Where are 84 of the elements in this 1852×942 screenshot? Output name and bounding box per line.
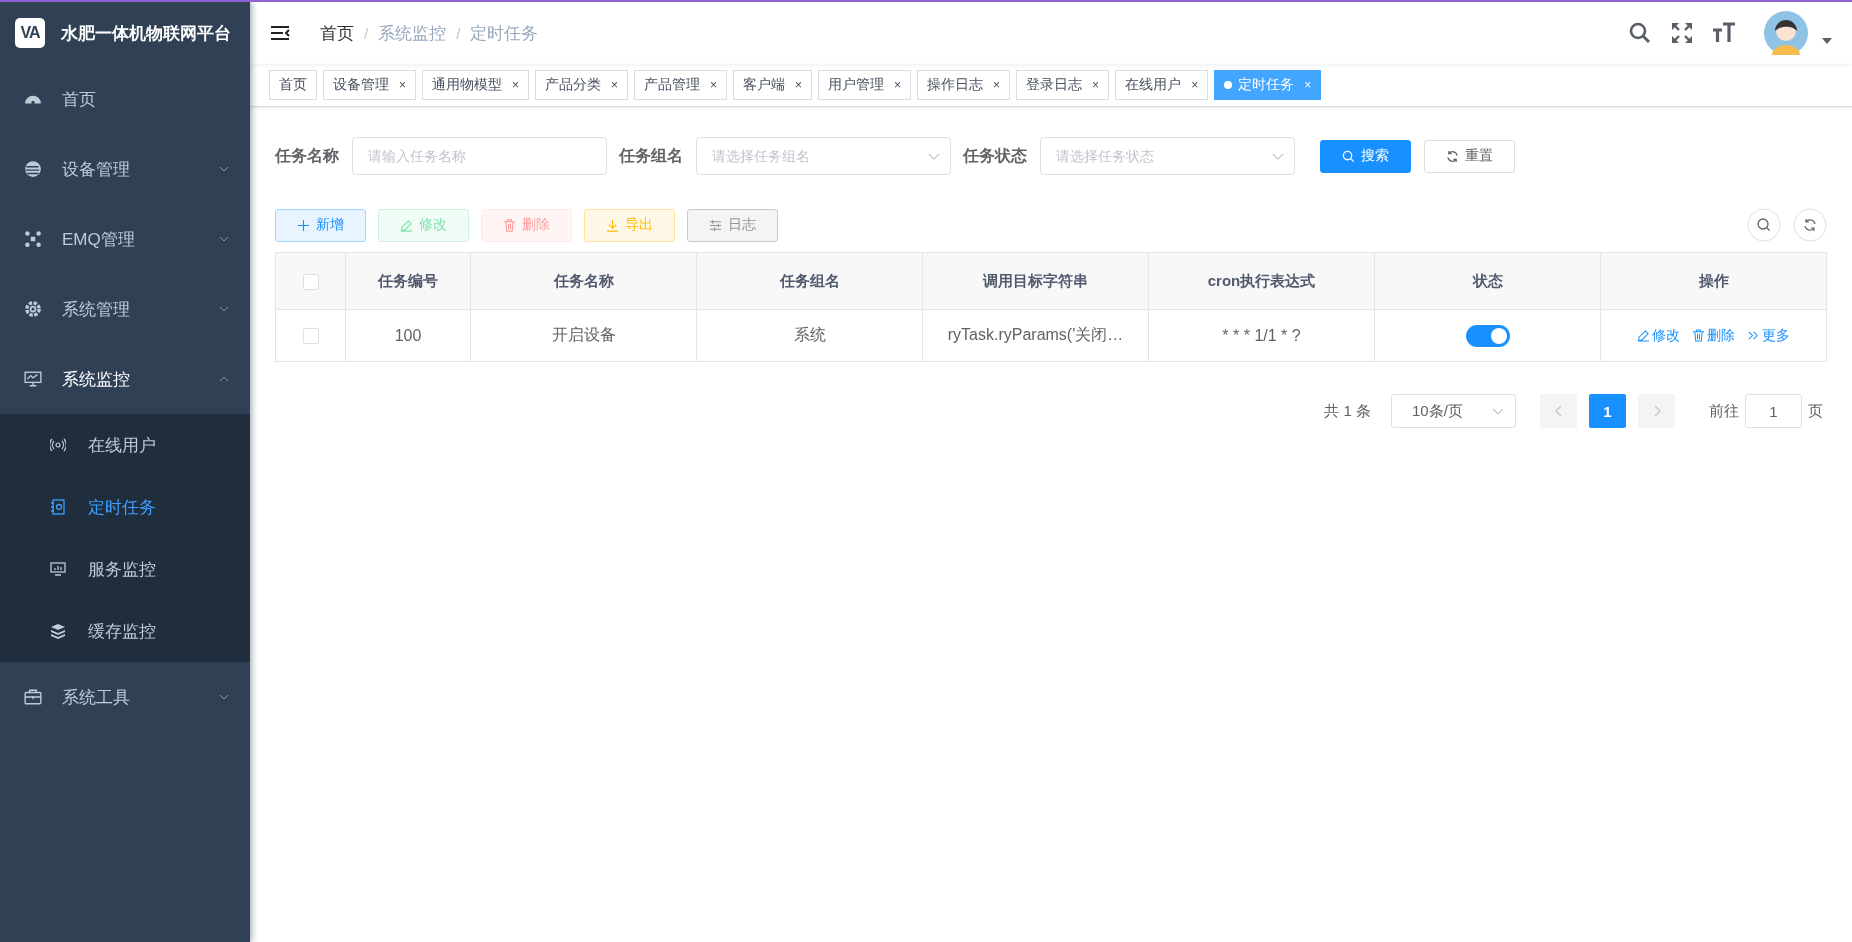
refresh-icon[interactable] [1793,208,1827,242]
tab[interactable]: 首页 [269,70,317,100]
gear-icon [24,300,42,318]
field-label: 任务状态 [963,145,1027,166]
signal-icon [50,437,66,453]
menu-item[interactable]: 设备管理 [0,134,250,204]
caret-icon[interactable] [1822,38,1832,44]
page-suffix: 页 [1808,401,1823,421]
pencil-icon [1637,329,1650,342]
layers-icon [50,623,66,639]
tab[interactable]: 登录日志 × [1016,70,1110,100]
field-label: 任务组名 [619,145,683,166]
refresh-icon [1446,149,1459,163]
select-field[interactable]: 请选择任务组名 [696,137,951,175]
action-link[interactable]: 修改 [1637,326,1680,345]
table-cell: * * * 1/1 * ? [1148,309,1375,362]
page-input[interactable]: 1 [1745,394,1802,428]
menu-item[interactable]: 系统管理 [0,274,250,344]
pencil-icon [400,218,413,232]
column-header: 任务名称 [470,252,697,310]
search-icon[interactable] [1747,208,1781,242]
menu-item[interactable]: 首页 [0,64,250,134]
search-icon [1342,149,1355,163]
menu-item[interactable]: EMQ管理 [0,204,250,274]
search-icon[interactable] [1628,21,1652,45]
table-cell: 系统 [696,309,923,362]
action-link[interactable]: 删除 [1692,326,1735,345]
checkbox[interactable] [302,328,319,345]
globe-icon [24,160,42,178]
input-field[interactable]: 请输入任务名称 [352,137,607,175]
logo: VA [15,18,45,48]
column-header: 任务组名 [696,252,923,310]
column-header: 调用目标字符串 [922,252,1149,310]
submenu-item[interactable]: 在线用户 [0,414,250,476]
plus-icon [297,218,310,232]
form-button[interactable]: 重置 [1424,139,1515,173]
fullscreen-icon[interactable] [1670,21,1694,45]
table-cell: ryTask.ryParams('关闭… [922,309,1149,362]
submenu-item[interactable]: 服务监控 [0,538,250,600]
font-size-icon[interactable] [1712,21,1736,45]
network-icon [24,230,42,248]
toggle-switch[interactable] [1465,324,1510,347]
app-title: 水肥一体机物联网平台 [61,22,231,45]
field-label: 任务名称 [275,145,339,166]
column-header: 任务编号 [345,252,471,310]
screen-icon [50,561,66,577]
total-count: 共 1 条 [1324,401,1371,421]
breadcrumb-item[interactable]: 首页 [320,21,354,45]
breadcrumb-separator: / [364,24,369,42]
tab[interactable]: 在线用户 × [1115,70,1209,100]
column-header: cron执行表达式 [1148,252,1375,310]
trash-icon [1692,329,1705,342]
menu-icon[interactable] [270,25,290,41]
trash-icon [503,218,516,232]
goto-label: 前往 [1709,401,1739,421]
select-field[interactable]: 请选择任务状态 [1040,137,1295,175]
page-size-select[interactable]: 10条/页 [1391,394,1516,428]
column-header: 状态 [1374,252,1601,310]
tab[interactable]: 产品管理 × [634,70,728,100]
submenu-item[interactable]: 定时任务 [0,476,250,538]
tab[interactable]: 通用物模型 × [422,70,530,100]
breadcrumb-item: 系统监控 [378,22,447,45]
menu-item[interactable]: 系统监控 [0,344,250,414]
submenu-item[interactable]: 缓存监控 [0,600,250,662]
tab[interactable]: 设备管理 × [323,70,416,100]
action-link[interactable]: 更多 [1747,326,1790,345]
tab[interactable]: 用户管理 × [818,70,912,100]
download-icon [606,218,619,232]
sliders-icon [709,218,722,232]
tab[interactable]: 客户端 × [733,70,813,100]
double-chevron-icon [1747,329,1760,342]
table-cell: 开启设备 [470,309,697,362]
breadcrumb-separator: / [456,24,461,42]
avatar[interactable] [1764,11,1808,55]
toolbox-icon [24,688,42,706]
tab[interactable]: 产品分类 × [535,70,629,100]
column-header: 操作 [1600,252,1827,310]
breadcrumb-item: 定时任务 [470,22,539,45]
table-cell: 100 [345,309,471,362]
document-icon [50,499,66,515]
tab[interactable]: 操作日志 × [917,70,1011,100]
menu-item[interactable]: 系统工具 [0,662,250,732]
checkbox[interactable] [302,274,319,290]
monitor-icon [24,370,42,388]
